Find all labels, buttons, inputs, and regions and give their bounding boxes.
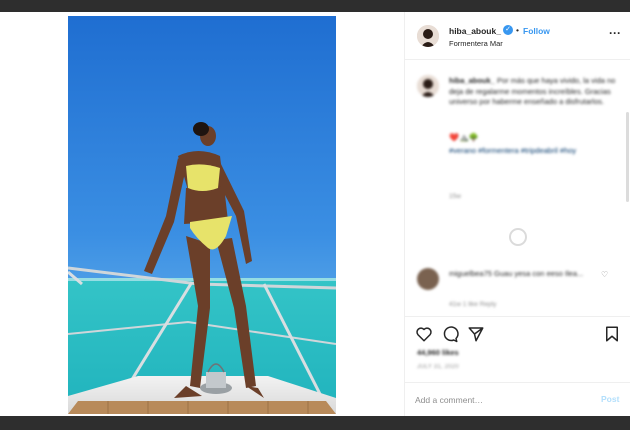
author-avatar[interactable] [417, 25, 439, 47]
author-username[interactable]: hiba_abouk_ [449, 26, 501, 36]
post-date: JULY 31, 2020 [417, 364, 459, 370]
caption-username[interactable]: hiba_abouk_ [449, 76, 495, 85]
post-location[interactable]: Formentera Mar [449, 39, 503, 48]
likes-count[interactable]: 44,960 likes [417, 348, 459, 357]
separator-dot: • [516, 25, 519, 35]
caption-text: hiba_abouk_ Por más que haya vivido, la … [449, 76, 619, 108]
comment-like-icon[interactable]: ♡ [601, 270, 608, 279]
comment-input[interactable] [415, 391, 585, 409]
comments-scrollbar[interactable] [626, 112, 629, 202]
share-icon[interactable] [467, 325, 485, 343]
post-photo[interactable] [68, 16, 336, 414]
comment-icon[interactable] [441, 325, 459, 343]
bookmark-icon[interactable] [603, 325, 621, 343]
comments-area: hiba_abouk_ Por más que haya vivido, la … [405, 60, 630, 316]
comment-text: miguelbea75 Guau yesa con eeso Ilea... [449, 269, 584, 278]
loading-spinner-icon [509, 228, 527, 246]
caption-emojis: ❤️⛰️🌳 [449, 133, 479, 142]
follow-button[interactable]: Follow [523, 26, 550, 36]
post-comment-button[interactable]: Post [601, 394, 619, 404]
photo-pane [0, 12, 404, 416]
caption-time: 15w [449, 193, 461, 200]
caption-hashtags[interactable]: #verano #formentera #tripdeabril #hoy [449, 146, 619, 157]
more-options-icon[interactable]: ··· [609, 26, 621, 40]
comment-meta: 41w 1 like Reply [449, 301, 497, 308]
add-comment-bar: Post [405, 382, 630, 416]
post-header: hiba_abouk_ ✓ • Follow Formentera Mar ··… [405, 12, 630, 60]
overlay-top [0, 0, 630, 12]
heart-icon[interactable] [415, 325, 433, 343]
post-modal: hiba_abouk_ ✓ • Follow Formentera Mar ··… [0, 12, 630, 416]
comment-avatar[interactable] [417, 268, 439, 290]
post-sidebar: hiba_abouk_ ✓ • Follow Formentera Mar ··… [404, 12, 630, 416]
post-actions [405, 316, 630, 350]
verified-badge-icon: ✓ [503, 25, 513, 35]
overlay-bottom [0, 416, 630, 430]
caption-avatar[interactable] [417, 75, 439, 97]
